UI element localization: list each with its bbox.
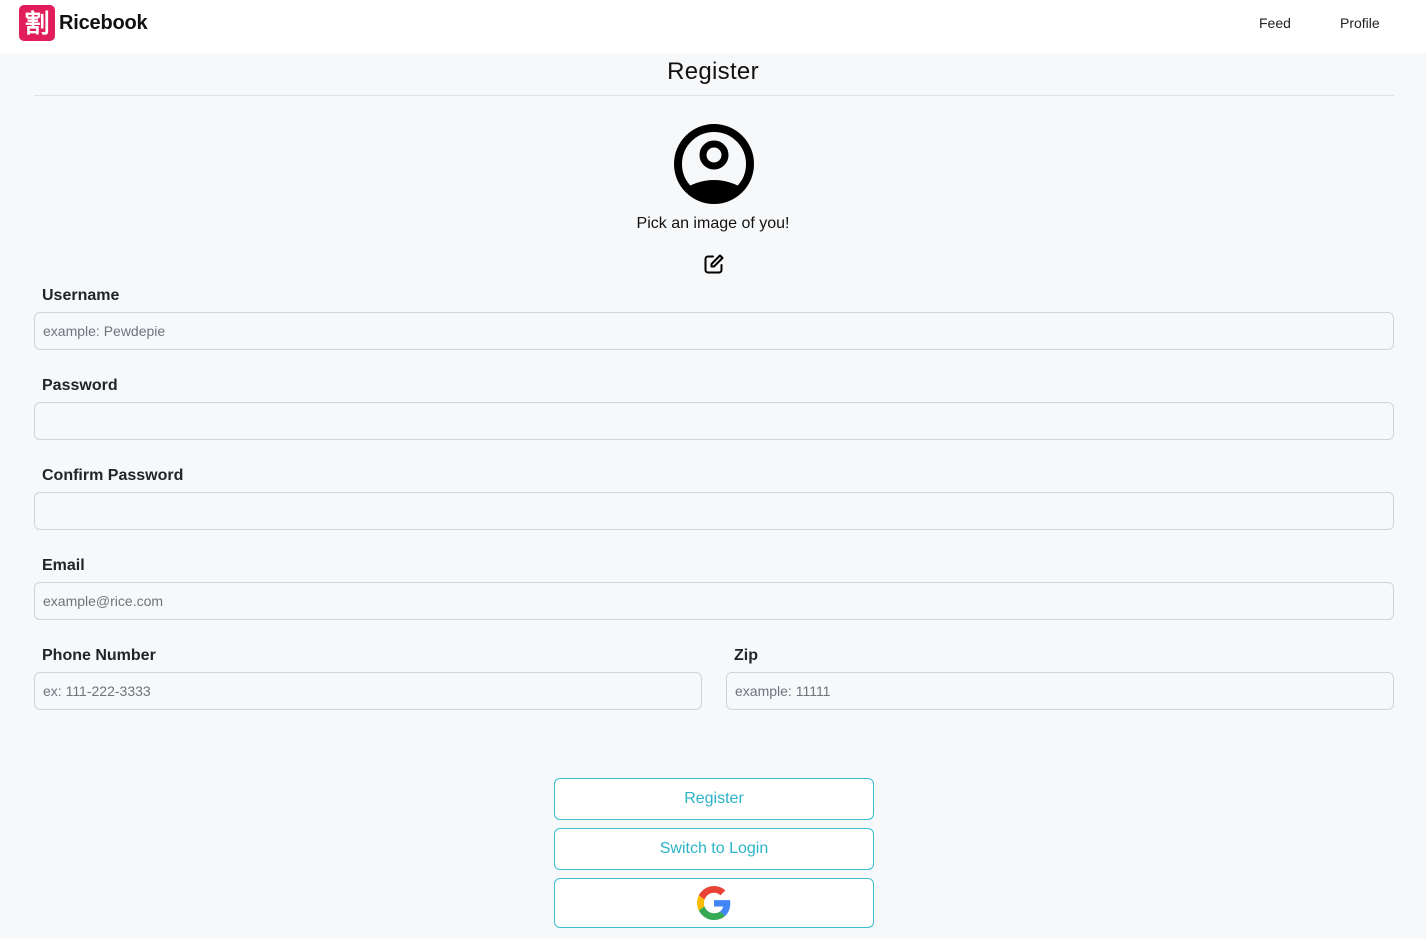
phone-input[interactable]: [34, 672, 702, 710]
password-input[interactable]: [34, 402, 1394, 440]
brand-home-link[interactable]: 割 Ricebook: [19, 5, 148, 41]
user-avatar-icon: [674, 124, 754, 204]
google-login-button[interactable]: [554, 878, 874, 928]
edit-image-icon[interactable]: [703, 253, 725, 275]
confirm-password-input[interactable]: [34, 492, 1394, 530]
register-button-label: Register: [684, 790, 744, 807]
zip-label: Zip: [734, 647, 758, 664]
phone-label: Phone Number: [42, 647, 156, 664]
confirm-password-label: Confirm Password: [42, 467, 184, 484]
password-label: Password: [42, 377, 118, 394]
username-input[interactable]: [34, 312, 1394, 350]
google-icon: [697, 886, 731, 920]
avatar-prompt: Pick an image of you!: [636, 215, 790, 232]
email-input[interactable]: [34, 582, 1394, 620]
username-label: Username: [42, 287, 120, 304]
title-divider: [34, 95, 1394, 96]
nav-link-feed[interactable]: Feed: [1259, 15, 1291, 31]
brand-name: Ricebook: [59, 11, 148, 34]
zip-input[interactable]: [726, 672, 1394, 710]
page-title: Register: [667, 58, 759, 85]
top-navbar: 割 Ricebook Feed Profile: [0, 0, 1426, 53]
switch-to-login-button[interactable]: Switch to Login: [554, 828, 874, 870]
email-label: Email: [42, 557, 85, 574]
brand-logo: 割: [19, 5, 55, 41]
nav-link-profile[interactable]: Profile: [1340, 15, 1380, 31]
brand-logo-glyph: 割: [24, 8, 50, 38]
switch-to-login-label: Switch to Login: [659, 840, 769, 857]
register-button[interactable]: Register: [554, 778, 874, 820]
